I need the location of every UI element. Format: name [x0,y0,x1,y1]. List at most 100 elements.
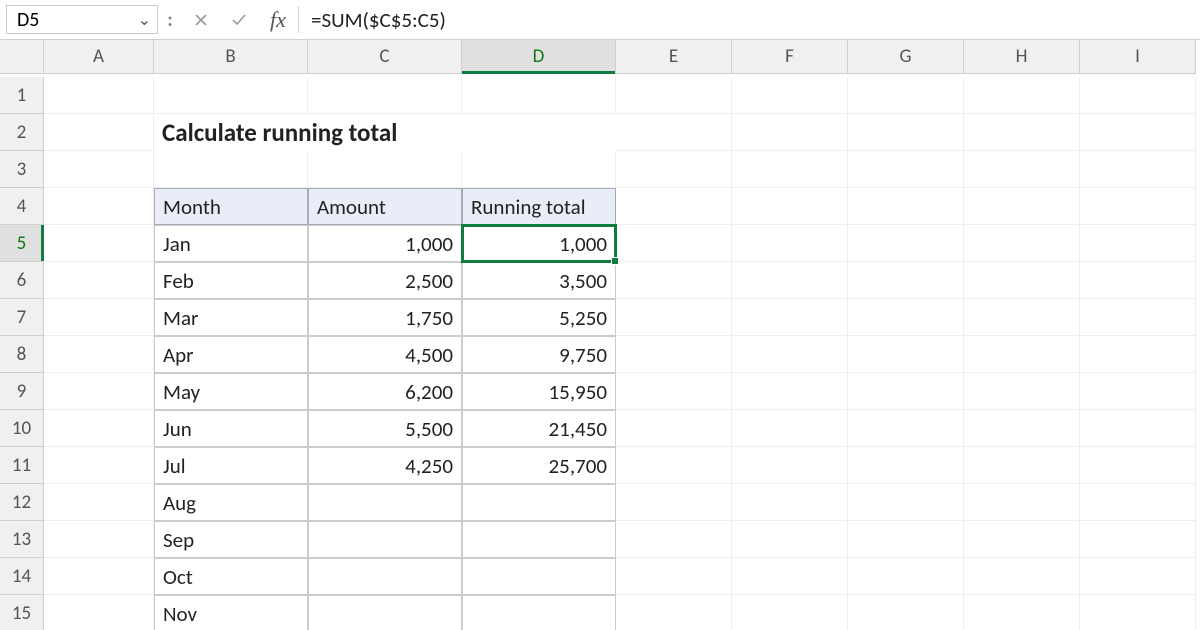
cell-G9[interactable] [848,373,964,410]
table-cell-amount[interactable] [308,558,462,595]
cell-B1[interactable] [154,77,308,114]
table-cell-month[interactable]: May [154,373,308,410]
column-header-F[interactable]: F [732,40,848,74]
cell-I6[interactable] [1080,262,1196,299]
row-header-9[interactable]: 9 [0,373,44,410]
cell-H2[interactable] [964,114,1080,151]
cell-G13[interactable] [848,521,964,558]
cell-E2[interactable] [616,114,732,151]
cell-A10[interactable] [44,410,154,447]
cell-I9[interactable] [1080,373,1196,410]
cell-E7[interactable] [616,299,732,336]
table-cell-running[interactable] [462,521,616,558]
cell-F2[interactable] [732,114,848,151]
table-cell-amount[interactable]: 1,000 [308,225,462,262]
cell-A12[interactable] [44,484,154,521]
cell-F7[interactable] [732,299,848,336]
cell-H12[interactable] [964,484,1080,521]
cell-E12[interactable] [616,484,732,521]
cell-F14[interactable] [732,558,848,595]
cell-H5[interactable] [964,225,1080,262]
cell-E3[interactable] [616,151,732,188]
table-cell-amount[interactable]: 4,250 [308,447,462,484]
cell-G15[interactable] [848,595,964,630]
cell-C3[interactable] [308,151,462,188]
table-cell-running[interactable]: 21,450 [462,410,616,447]
cell-I12[interactable] [1080,484,1196,521]
cell-G10[interactable] [848,410,964,447]
cell-E10[interactable] [616,410,732,447]
cell-A1[interactable] [44,77,154,114]
column-header-G[interactable]: G [848,40,964,74]
table-cell-amount[interactable]: 4,500 [308,336,462,373]
row-header-3[interactable]: 3 [0,151,44,188]
cell-F3[interactable] [732,151,848,188]
cell-A8[interactable] [44,336,154,373]
cell-I8[interactable] [1080,336,1196,373]
table-cell-running[interactable]: 25,700 [462,447,616,484]
cell-H8[interactable] [964,336,1080,373]
cell-A3[interactable] [44,151,154,188]
cell-G12[interactable] [848,484,964,521]
cell-C1[interactable] [308,77,462,114]
table-cell-amount[interactable] [308,595,462,630]
chevron-down-icon[interactable]: ⌄ [138,10,151,30]
cell-A5[interactable] [44,225,154,262]
table-cell-month[interactable]: Feb [154,262,308,299]
cell-H1[interactable] [964,77,1080,114]
cell-G7[interactable] [848,299,964,336]
cell-H10[interactable] [964,410,1080,447]
table-cell-running[interactable] [462,595,616,630]
cell-I13[interactable] [1080,521,1196,558]
row-header-13[interactable]: 13 [0,521,44,558]
row-header-8[interactable]: 8 [0,336,44,373]
column-header-I[interactable]: I [1080,40,1196,74]
table-cell-month[interactable]: Sep [154,521,308,558]
cell-D1[interactable] [462,77,616,114]
cell-H6[interactable] [964,262,1080,299]
cell-A2[interactable] [44,114,154,151]
cell-H13[interactable] [964,521,1080,558]
cell-A7[interactable] [44,299,154,336]
cell-E6[interactable] [616,262,732,299]
formula-input[interactable]: =SUM($C$5:C5) [303,0,1200,39]
cell-G6[interactable] [848,262,964,299]
enter-formula-button[interactable] [220,0,258,39]
cell-H3[interactable] [964,151,1080,188]
cell-F9[interactable] [732,373,848,410]
table-cell-running[interactable]: 15,950 [462,373,616,410]
column-header-C[interactable]: C [308,40,462,74]
cell-G3[interactable] [848,151,964,188]
cell-F13[interactable] [732,521,848,558]
row-header-15[interactable]: 15 [0,595,44,630]
cell-G2[interactable] [848,114,964,151]
row-header-10[interactable]: 10 [0,410,44,447]
cell-E8[interactable] [616,336,732,373]
cell-B3[interactable] [154,151,308,188]
table-cell-month[interactable]: Mar [154,299,308,336]
cell-D3[interactable] [462,151,616,188]
table-cell-month[interactable]: Aug [154,484,308,521]
cell-G1[interactable] [848,77,964,114]
cell-E11[interactable] [616,447,732,484]
row-header-4[interactable]: 4 [0,188,44,225]
cell-A15[interactable] [44,595,154,630]
cell-I2[interactable] [1080,114,1196,151]
column-header-H[interactable]: H [964,40,1080,74]
cell-F5[interactable] [732,225,848,262]
cancel-formula-button[interactable] [182,0,220,39]
table-cell-running[interactable]: 1,000 [462,225,616,262]
cell-A6[interactable] [44,262,154,299]
cell-F8[interactable] [732,336,848,373]
cell-A13[interactable] [44,521,154,558]
fill-handle[interactable] [611,257,619,265]
table-cell-running[interactable]: 9,750 [462,336,616,373]
cell-I11[interactable] [1080,447,1196,484]
table-cell-month[interactable]: Jun [154,410,308,447]
cell-H7[interactable] [964,299,1080,336]
cell-A11[interactable] [44,447,154,484]
table-cell-amount[interactable] [308,521,462,558]
row-header-7[interactable]: 7 [0,299,44,336]
cell-E9[interactable] [616,373,732,410]
cell-F12[interactable] [732,484,848,521]
